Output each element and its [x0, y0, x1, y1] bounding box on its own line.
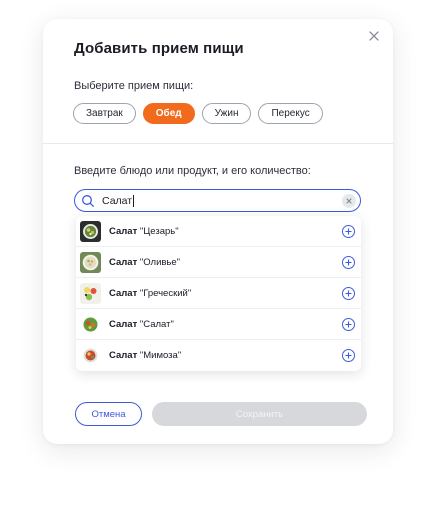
suggestion-label: Салат "Оливье" — [109, 256, 181, 268]
suggestion-item[interactable]: Салат "Салат" — [76, 309, 361, 340]
suggestion-label: Салат "Греческий" — [109, 287, 192, 299]
search-icon — [81, 194, 95, 208]
meal-type-prompt: Выберите прием пищи: — [74, 80, 194, 92]
suggestion-label: Салат "Цезарь" — [109, 225, 179, 237]
add-item-button[interactable] — [342, 224, 355, 238]
suggestions-dropdown: Салат "Цезарь" Салат "Оливье" Салат "Гре… — [76, 216, 361, 371]
mimosa-salad-thumbnail — [80, 345, 101, 366]
cancel-button[interactable]: Отмена — [75, 402, 142, 426]
plus-icon — [345, 290, 352, 296]
close-icon — [369, 31, 379, 41]
text-caret — [133, 194, 135, 207]
salad-thumbnail — [80, 313, 101, 335]
suggestion-label: Салат "Мимоза" — [109, 350, 182, 361]
plus-icon — [345, 321, 352, 327]
save-button[interactable]: Сохранить — [152, 402, 367, 426]
search-value: Салат — [102, 194, 133, 207]
olivier-salad-thumbnail — [80, 251, 101, 273]
meal-chip-dinner[interactable]: Ужин — [201, 103, 252, 124]
add-item-button[interactable] — [342, 349, 355, 362]
suggestion-item[interactable]: Салат "Греческий" — [76, 278, 361, 309]
add-item-button[interactable] — [342, 317, 355, 331]
suggestion-item[interactable]: Салат "Цезарь" — [76, 216, 361, 247]
meal-chip-breakfast[interactable]: Завтрак — [73, 103, 136, 124]
suggestion-item[interactable]: Салат "Мимоза" — [76, 340, 361, 371]
meal-type-selector: Завтрак Обед Ужин Перекус — [73, 103, 323, 124]
add-meal-dialog: Добавить прием пищи Выберите прием пищи:… — [43, 19, 393, 444]
close-button[interactable] — [366, 28, 382, 44]
caesar-salad-thumbnail — [80, 220, 101, 242]
dialog-title: Добавить прием пищи — [74, 40, 244, 57]
clear-search-button[interactable] — [342, 193, 356, 208]
suggestion-item[interactable]: Салат "Оливье" — [76, 247, 361, 278]
section-divider — [43, 143, 393, 144]
clear-icon — [346, 198, 352, 203]
search-text[interactable]: Салат — [102, 194, 342, 207]
greek-salad-thumbnail — [80, 282, 101, 304]
meal-chip-lunch[interactable]: Обед — [142, 103, 195, 124]
add-item-button[interactable] — [342, 255, 355, 269]
meal-chip-snack[interactable]: Перекус — [258, 103, 323, 124]
dish-prompt: Введите блюдо или продукт, и его количес… — [74, 165, 311, 177]
plus-icon — [345, 259, 352, 265]
suggestion-label: Салат "Салат" — [109, 318, 174, 330]
plus-icon — [345, 228, 352, 234]
plus-icon — [345, 352, 352, 359]
dish-search-input[interactable]: Салат — [74, 189, 361, 212]
add-item-button[interactable] — [342, 286, 355, 300]
